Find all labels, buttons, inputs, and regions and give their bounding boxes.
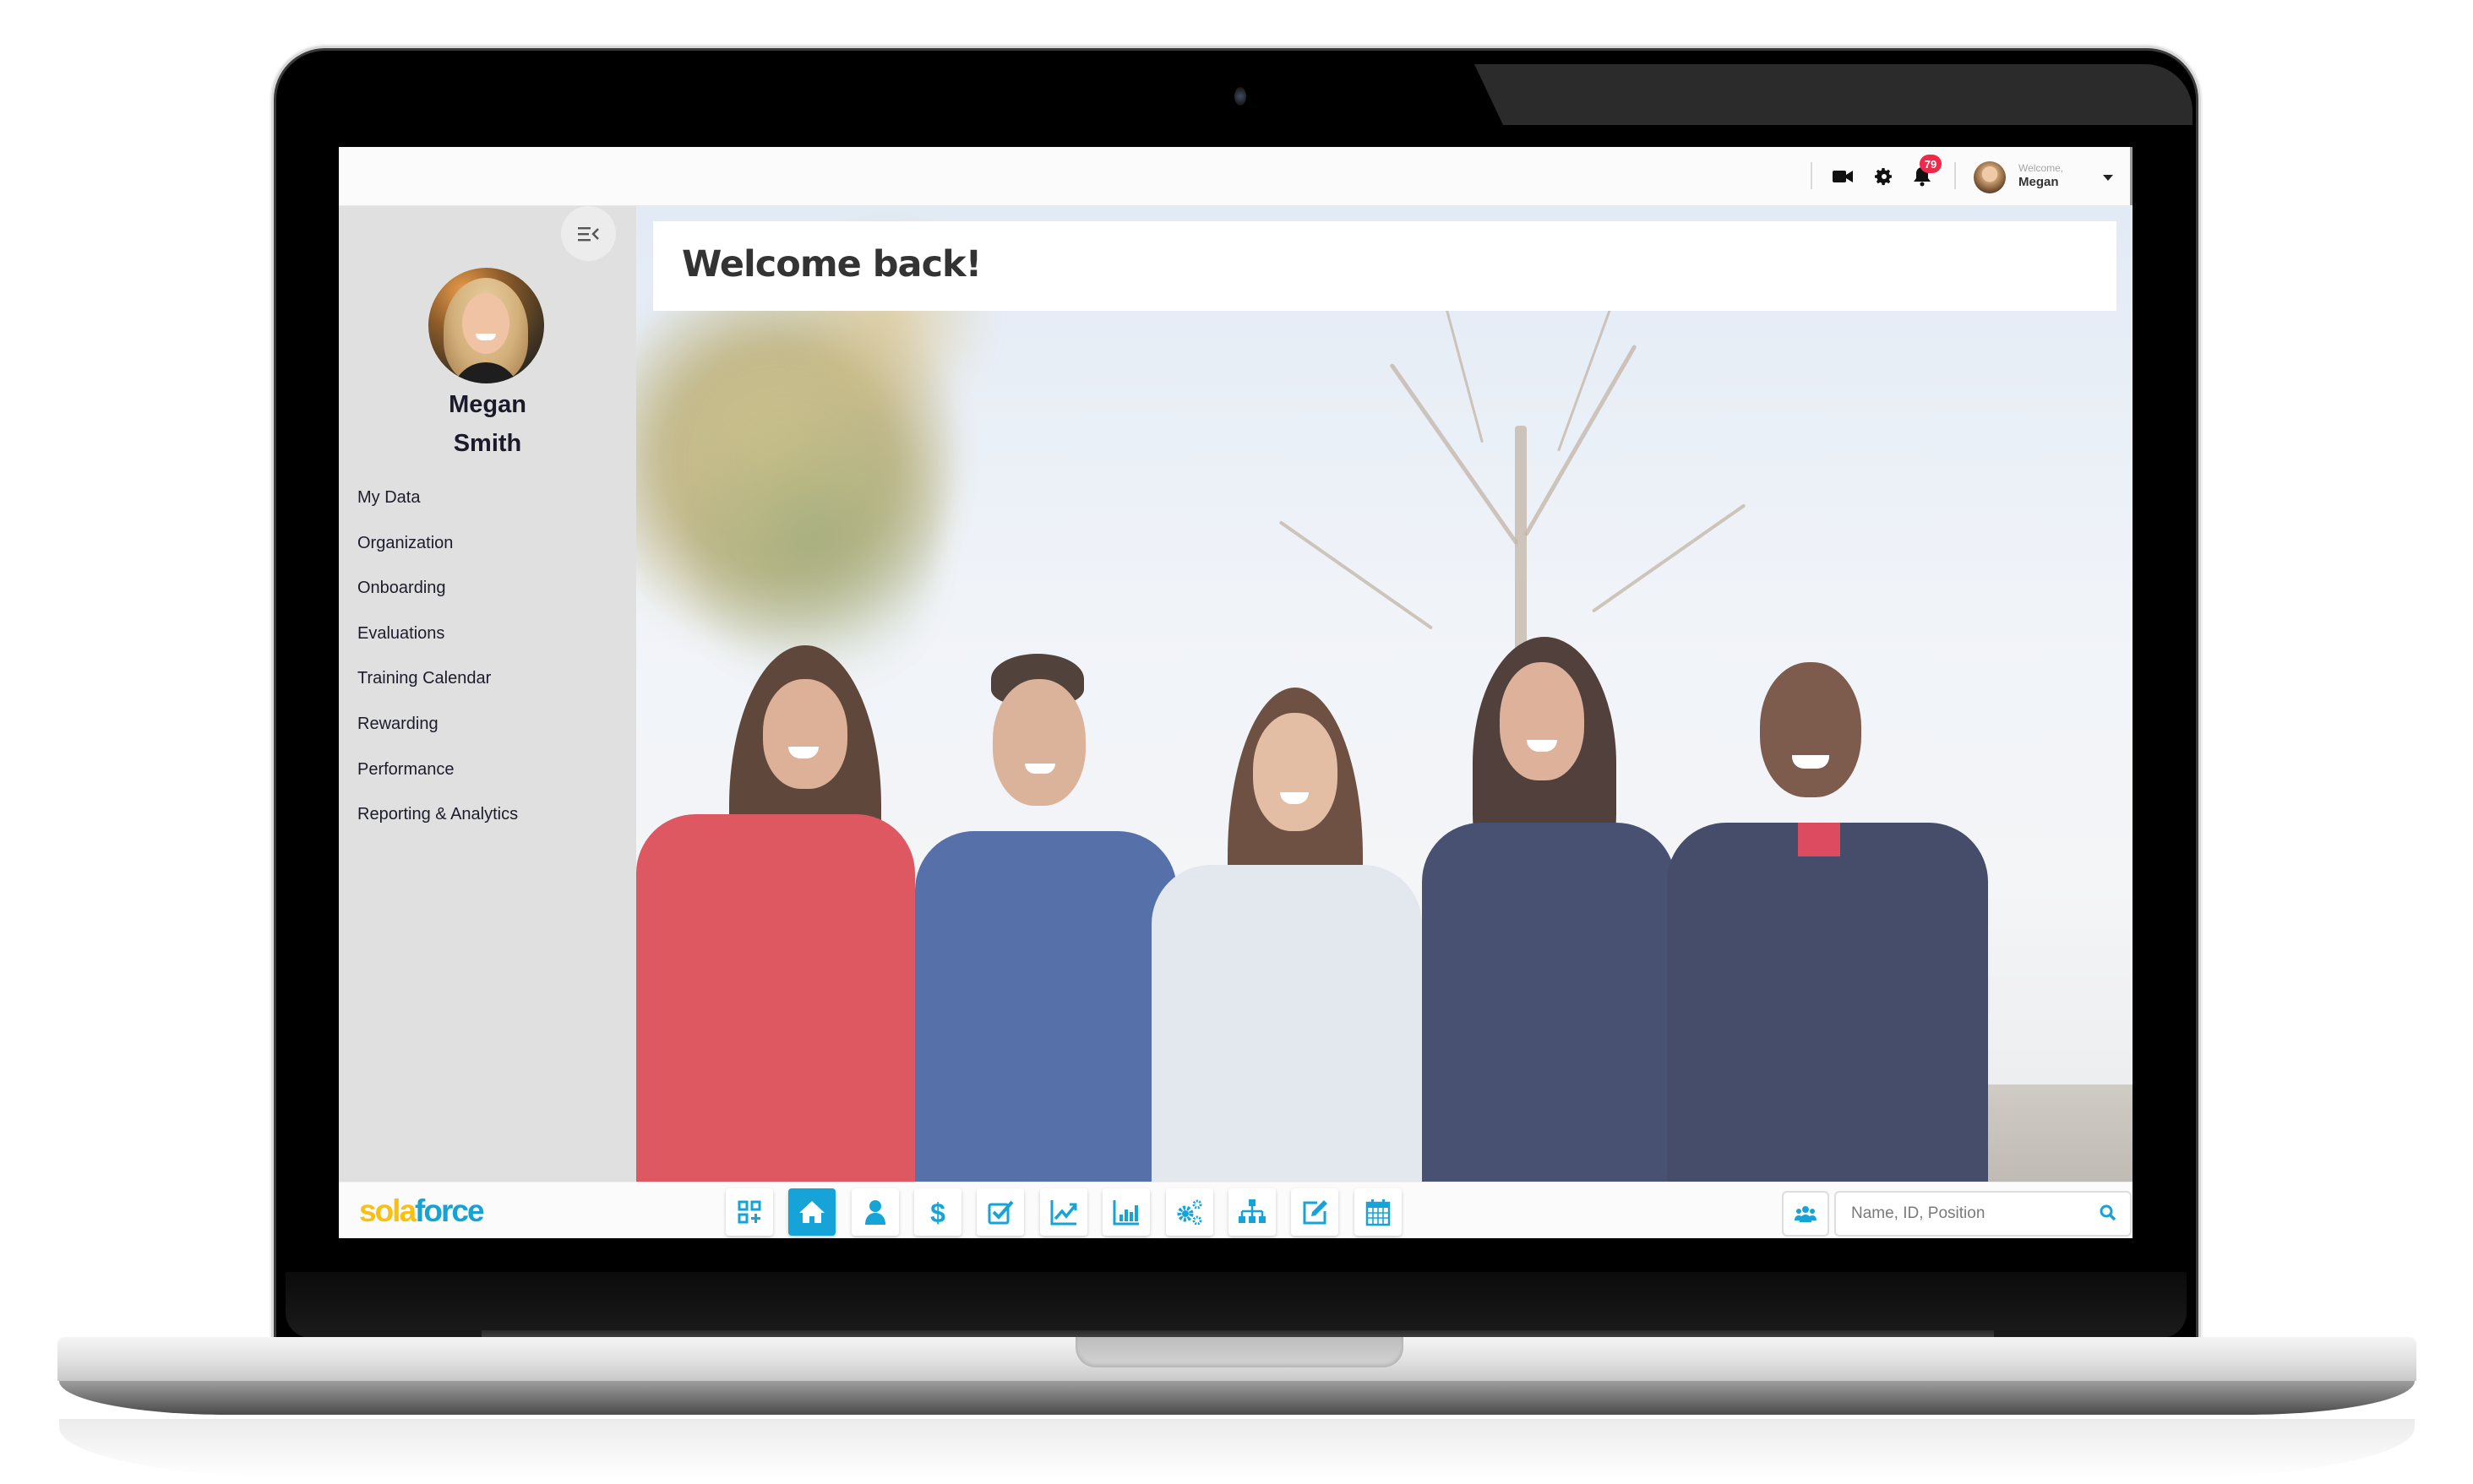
lid-glare <box>1474 64 2192 125</box>
laptop-opening-notch <box>1076 1337 1403 1367</box>
org-chart-icon <box>1239 1199 1266 1223</box>
header-divider <box>1811 162 1812 189</box>
sidebar: Megan Smith My Data Organization Onboard… <box>339 206 636 1183</box>
tasks-button[interactable] <box>977 1188 1024 1236</box>
collapse-menu-icon <box>577 226 599 241</box>
sidebar-item-evaluations[interactable]: Evaluations <box>357 623 518 669</box>
profile-last-name: Smith <box>453 430 522 457</box>
laptop-reflection <box>59 1419 2415 1478</box>
app-screen: 79 Welcome, Megan Megan Smith My Data Or… <box>339 147 2133 1238</box>
calendar-icon <box>1365 1199 1391 1226</box>
sidebar-item-onboarding[interactable]: Onboarding <box>357 578 518 623</box>
org-chart-button[interactable] <box>1228 1188 1276 1236</box>
dashboard-add-icon <box>738 1200 761 1224</box>
edit-icon <box>1303 1200 1327 1225</box>
search-icon[interactable] <box>2100 1204 2116 1221</box>
solaforce-logo[interactable]: solaforce <box>359 1193 485 1229</box>
sidebar-item-training-calendar[interactable]: Training Calendar <box>357 668 518 714</box>
dashboard-add-button[interactable] <box>726 1188 773 1236</box>
welcome-title: Welcome back! <box>682 243 982 285</box>
laptop-base-lower <box>59 1381 2415 1415</box>
svg-text:$: $ <box>930 1198 945 1226</box>
compensation-button[interactable]: $ <box>914 1188 961 1236</box>
people-group-icon <box>1795 1206 1817 1222</box>
checkbox-icon <box>988 1200 1014 1225</box>
bottom-toolbar: solaforce $ <box>339 1182 2133 1238</box>
sidebar-item-performance[interactable]: Performance <box>357 759 518 805</box>
sidebar-item-organization[interactable]: Organization <box>357 533 518 579</box>
dollar-icon: $ <box>930 1198 945 1226</box>
home-button[interactable] <box>788 1188 836 1236</box>
sidebar-item-reporting-analytics[interactable]: Reporting & Analytics <box>357 804 518 850</box>
laptop-bezel-bottom <box>286 1272 2187 1338</box>
collapse-sidebar-button[interactable] <box>561 206 616 261</box>
settings-button[interactable] <box>1166 1188 1213 1236</box>
webcam-icon <box>1234 87 1246 106</box>
calendar-button[interactable] <box>1354 1188 1402 1236</box>
home-icon <box>799 1201 825 1223</box>
user-button[interactable] <box>852 1188 899 1236</box>
welcome-banner: Welcome back! <box>653 221 2116 311</box>
notification-count-badge: 79 <box>1920 155 1942 173</box>
edit-button[interactable] <box>1291 1188 1338 1236</box>
people-group-button[interactable] <box>1782 1191 1829 1237</box>
bar-chart-icon <box>1113 1200 1139 1226</box>
user-icon <box>865 1200 885 1225</box>
video-camera-icon[interactable] <box>1832 166 1854 188</box>
employee-search <box>1834 1191 2132 1237</box>
scrollbar[interactable] <box>2130 147 2133 205</box>
trends-button[interactable] <box>1040 1188 1087 1236</box>
gears-icon <box>1177 1199 1202 1226</box>
sidebar-item-my-data[interactable]: My Data <box>357 487 518 533</box>
employee-search-input[interactable] <box>1849 1201 2081 1226</box>
profile-photo[interactable] <box>428 268 544 383</box>
user-avatar[interactable] <box>1974 161 2006 193</box>
hero-image <box>636 206 2133 1182</box>
profile-first-name: Megan <box>449 391 526 418</box>
sidebar-item-rewarding[interactable]: Rewarding <box>357 714 518 759</box>
settings-gear-icon[interactable] <box>1873 166 1895 188</box>
user-name[interactable]: Megan <box>2018 175 2059 189</box>
profile-name: Megan Smith <box>339 385 636 463</box>
sidebar-nav: My Data Organization Onboarding Evaluati… <box>357 487 518 850</box>
welcome-label: Welcome, <box>2018 162 2064 174</box>
user-menu-caret-icon[interactable] <box>2103 175 2113 181</box>
top-header: 79 Welcome, Megan <box>339 147 2133 206</box>
trend-line-icon <box>1050 1200 1077 1226</box>
analytics-button[interactable] <box>1103 1188 1150 1236</box>
header-divider <box>1954 162 1956 189</box>
